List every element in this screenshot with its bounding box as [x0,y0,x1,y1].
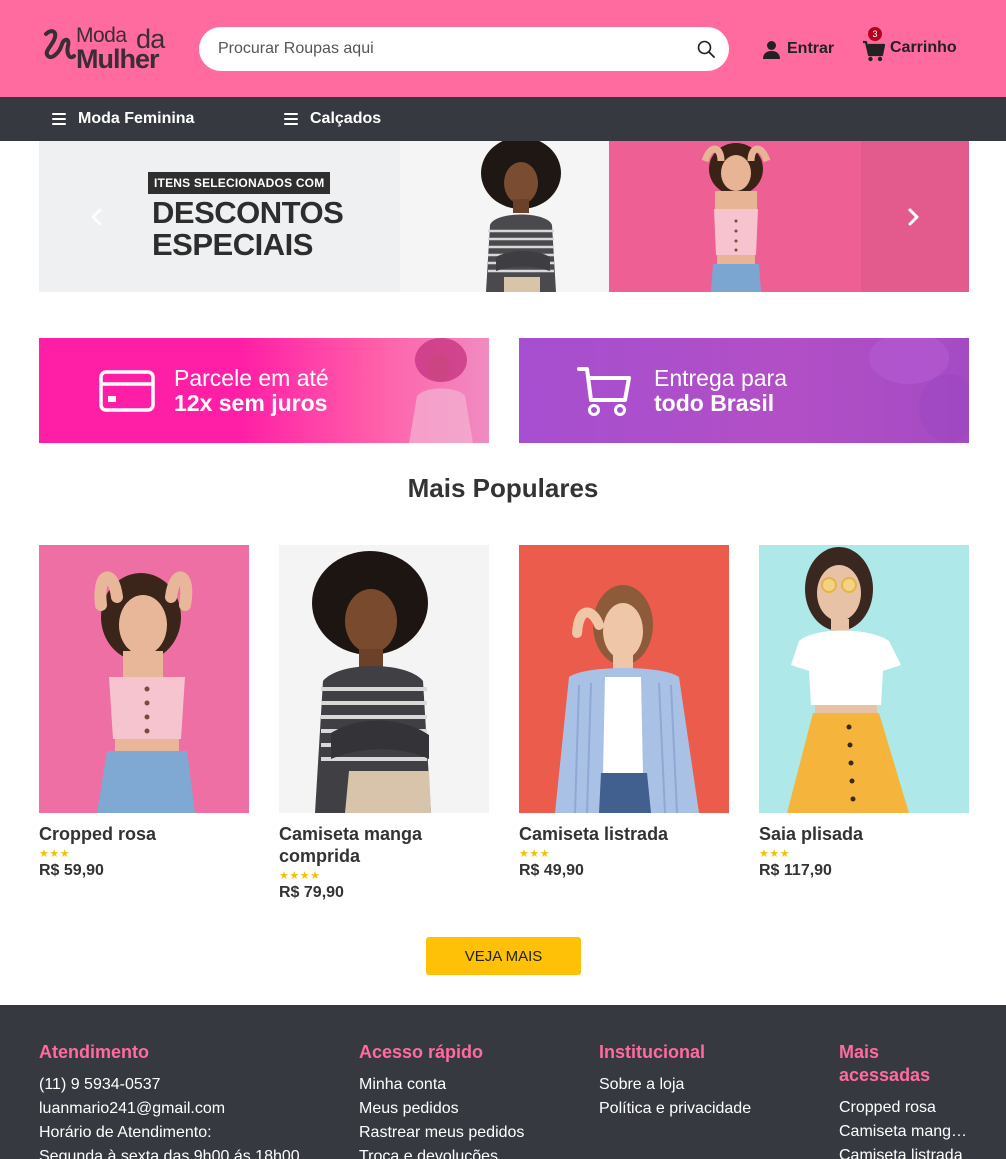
footer-link[interactable]: Rastrear meus pedidos [359,1121,524,1145]
nav-item-label: Moda Feminina [78,110,195,127]
product-image[interactable] [759,545,969,813]
product-image[interactable] [519,545,729,813]
section-title-popular: Mais Populares [407,473,599,503]
footer-col-mais-acessadas: Mais acessadas Cropped rosa Camiseta man… [839,1041,967,1159]
product-card: Camiseta manga comprida ★★★★ R$ 79,90 [279,545,489,902]
cart-count-badge: 3 [868,27,882,41]
menu-icon [52,113,66,125]
login-label: Entrar [787,40,835,57]
product-name[interactable]: Camiseta listrada [519,823,729,845]
promo-shipping-texture [869,338,969,442]
footer-col-title: Acesso rápido [359,1042,484,1062]
see-more-button[interactable]: VEJA MAIS [426,937,581,975]
banner-title-line2: ESPECIAIS [152,227,313,262]
logo-text-mulher: Mulher [76,44,160,74]
menu-icon [284,113,298,125]
footer-link[interactable]: Troca e devoluções [359,1145,524,1159]
product-image[interactable] [279,545,489,813]
site-logo[interactable]: Moda da Mulher [42,24,172,74]
footer-col-title: Mais acessadas [839,1041,967,1087]
footer-link[interactable]: Minha conta [359,1073,524,1097]
credit-card-icon [99,370,155,412]
product-image[interactable] [39,545,249,813]
carousel-prev-arrow-icon[interactable] [85,205,109,229]
footer-link[interactable]: Camiseta mang… [839,1120,967,1144]
cart-label: Carrinho [890,39,957,56]
logo-swirl-icon [44,29,76,60]
search-bar [199,27,729,71]
footer-col-title-line1: Mais [839,1042,880,1062]
promo-shipping-line1: Entrega para [654,365,787,391]
banner-title: DESCONTOS ESPECIAIS [152,195,344,262]
footer-col-title: Institucional [599,1042,706,1062]
footer-link[interactable]: Meus pedidos [359,1097,524,1121]
footer-link[interactable]: Camiseta listrada [839,1144,967,1159]
banner-photo-pink-top [609,141,862,292]
footer-hours-label: Horário de Atendimento: [39,1124,212,1141]
footer-hours-value: Segunda à sexta das 9h00 ás 18h00 [39,1148,300,1159]
promo-shipping-line2: todo Brasil [654,390,775,416]
footer-link[interactable]: Sobre a loja [599,1073,751,1097]
product-rating-stars: ★★★ [519,848,551,860]
promo-installments-line2: 12x sem juros [174,390,328,416]
footer-link[interactable]: Cropped rosa [839,1096,967,1120]
carousel-next-arrow-icon[interactable] [901,205,925,229]
banner-title-line1: DESCONTOS [152,195,344,230]
product-card: Camiseta listrada ★★★ R$ 49,90 [519,545,729,880]
site-header: Moda da Mulher Entrar 3 Carrinho [0,0,1006,97]
footer-link[interactable]: Política e privacidade [599,1097,751,1121]
promo-card-shipping[interactable]: Entrega para todo Brasil [519,338,969,443]
product-price: R$ 79,90 [279,884,344,901]
promo-card-installments[interactable]: Parcele em até 12x sem juros [39,338,489,443]
product-card: Saia plisada ★★★ R$ 117,90 [759,545,969,880]
promo-installments-line1: Parcele em até [174,365,329,391]
search-input[interactable] [218,27,678,71]
nav-item-moda-feminina[interactable]: Moda Feminina [52,97,194,141]
shopping-cart-icon [577,367,631,416]
banner-tag: ITENS SELECIONADOS COM [148,172,331,194]
product-rating-stars: ★★★ [39,848,71,860]
search-icon[interactable] [697,40,715,58]
site-footer: Atendimento (11) 9 5934-0537 luanmario24… [0,1005,1006,1159]
product-name[interactable]: Camiseta manga comprida [279,823,489,867]
product-name[interactable]: Cropped rosa [39,823,249,845]
footer-col-acesso-rapido: Acesso rápido Minha conta Meus pedidos R… [359,1041,524,1159]
product-card: Cropped rosa ★★★ R$ 59,90 [39,545,249,880]
cart-link[interactable]: 3 Carrinho [862,27,957,62]
nav-item-calcados[interactable]: Calçados [284,97,381,141]
footer-email: luanmario241@gmail.com [39,1100,226,1117]
footer-col-title-line2: acessadas [839,1065,931,1085]
footer-col-title: Atendimento [39,1042,149,1062]
product-price: R$ 49,90 [519,862,584,879]
hero-carousel[interactable]: ITENS SELECIONADOS COM DESCONTOS ESPECIA… [39,141,969,292]
user-icon [763,40,780,59]
product-price: R$ 59,90 [39,862,104,879]
footer-col-institucional: Institucional Sobre a loja Política e pr… [599,1041,751,1121]
cart-icon-wrap: 3 [862,27,886,62]
category-nav: Moda Feminina Calçados [0,97,1006,141]
product-rating-stars: ★★★★ [279,870,321,882]
banner-photo-striped-shirt [400,141,610,292]
promo-model-photo [409,338,473,443]
product-name[interactable]: Saia plisada [759,823,969,845]
footer-col-atendimento: Atendimento (11) 9 5934-0537 luanmario24… [39,1041,300,1159]
product-price: R$ 117,90 [759,862,832,879]
footer-phone: (11) 9 5934-0537 [39,1076,161,1093]
nav-item-label: Calçados [310,110,382,127]
login-link[interactable]: Entrar [762,38,834,60]
product-rating-stars: ★★★ [759,848,791,860]
